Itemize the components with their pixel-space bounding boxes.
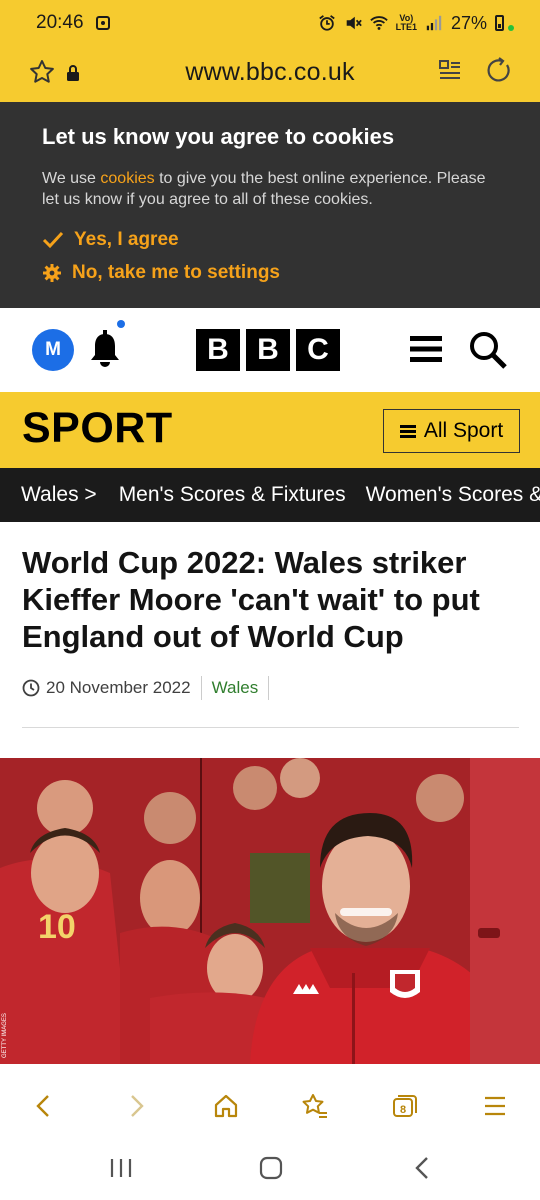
bbc-logo[interactable]: B B C: [196, 329, 340, 371]
cookie-title: Let us know you agree to cookies: [42, 124, 395, 149]
menu-icon[interactable]: [410, 334, 442, 364]
search-icon[interactable]: [468, 330, 508, 370]
bbc-header: M B B C: [0, 308, 540, 392]
bell-icon[interactable]: [86, 328, 124, 370]
image-credit: GETTY IMAGES: [2, 1013, 8, 1058]
meta-divider: [268, 676, 270, 700]
home-button-icon[interactable]: [258, 1155, 284, 1181]
all-sport-label: All Sport: [423, 419, 504, 442]
article-headline: World Cup 2022: Wales striker Kieffer Mo…: [22, 545, 480, 654]
back-icon[interactable]: [30, 1092, 58, 1120]
cookie-settings-button[interactable]: No, take me to settings: [42, 262, 280, 284]
cookie-agree-button[interactable]: Yes, I agree: [42, 229, 179, 251]
home-icon[interactable]: [212, 1092, 240, 1120]
bookmarks-icon[interactable]: [301, 1092, 329, 1120]
jersey-number: 10: [38, 908, 76, 946]
nav-item-mens-scores[interactable]: Men's Scores & Fixtures: [109, 483, 356, 507]
url-bar[interactable]: www.bbc.co.uk: [0, 46, 540, 102]
tabs-icon[interactable]: 8: [391, 1092, 419, 1120]
notification-icon: [95, 16, 110, 30]
sport-title[interactable]: SPORT: [22, 404, 173, 453]
browser-toolbar: [0, 1064, 540, 1144]
article-meta: 20 November 2022 Wales: [22, 676, 279, 700]
nav-item-womens-scores[interactable]: Women's Scores & Fixtures: [356, 483, 540, 507]
menu-icon: [399, 424, 416, 438]
checkmark-icon: [42, 231, 64, 249]
clock-icon: [22, 679, 40, 697]
article-date: 20 November 2022: [46, 678, 191, 697]
bbc-logo-block: B: [246, 329, 290, 371]
battery-percentage: 27%: [450, 12, 487, 33]
account-avatar[interactable]: M: [32, 329, 74, 371]
tabs-count: 8: [400, 1104, 406, 1116]
hero-photo: 10 GETTY IMAGES: [0, 758, 540, 1064]
back-button-icon[interactable]: [410, 1155, 436, 1181]
alarm-icon: [318, 15, 335, 31]
recent-apps-icon[interactable]: [108, 1155, 134, 1181]
reader-mode-icon[interactable]: [438, 58, 462, 84]
cookie-agree-label: Yes, I agree: [74, 229, 179, 250]
status-time: 20:46: [36, 12, 84, 33]
forward-icon[interactable]: [122, 1092, 150, 1120]
status-bar: 20:46 Vo) LTE1 27%: [0, 0, 540, 46]
article-topic-link[interactable]: Wales: [212, 678, 259, 698]
gear-icon: [43, 264, 61, 282]
menu-icon[interactable]: [481, 1092, 509, 1120]
cookie-settings-label: No, take me to settings: [72, 262, 280, 283]
reload-icon[interactable]: [485, 56, 513, 84]
meta-divider: [200, 676, 202, 700]
lte-bottom-text: LTE1: [395, 22, 417, 32]
meta-divider-line: [22, 727, 519, 728]
cookie-text-before: We use: [42, 170, 101, 187]
privacy-indicator-dot: [508, 25, 514, 31]
all-sport-button[interactable]: All Sport: [383, 409, 520, 453]
bbc-logo-block: C: [296, 329, 340, 371]
wifi-icon: [369, 16, 388, 30]
battery-icon: [495, 15, 504, 31]
article-hero-image[interactable]: 10 GETTY IMAGES: [0, 758, 540, 1064]
notification-dot: [117, 320, 125, 328]
nav-item-wales[interactable]: Wales >: [0, 483, 109, 507]
signal-icon: [426, 15, 442, 31]
mute-icon: [346, 16, 362, 30]
bbc-logo-block: B: [196, 329, 240, 371]
sport-bar: SPORT All Sport: [0, 392, 540, 468]
chevron-right-icon: >: [84, 483, 97, 506]
sport-nav-strip[interactable]: Wales > Men's Scores & Fixtures Women's …: [0, 468, 540, 522]
nav-item-label: Wales: [21, 483, 79, 506]
cookie-banner: Let us know you agree to cookies We use …: [0, 102, 540, 308]
lte-indicator: Vo) LTE1: [396, 14, 417, 32]
cookie-link[interactable]: cookies: [100, 170, 154, 187]
cookie-text: We use cookies to give you the best onli…: [42, 168, 502, 210]
